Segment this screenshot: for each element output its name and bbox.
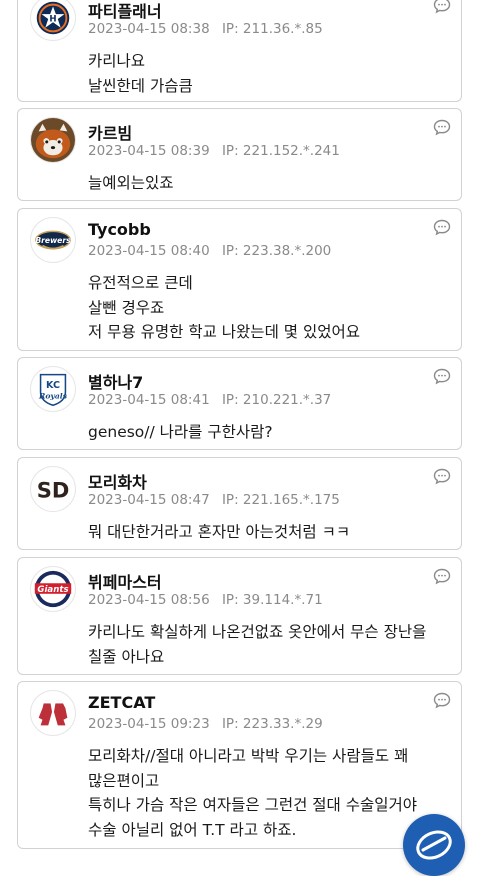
- comment-date: 2023-04-15 08:47: [88, 492, 210, 508]
- comment-line: 카리나도 확실하게 나온건없죠 옷안에서 무슨 장난을: [88, 623, 427, 641]
- ip-label: IP:: [221, 716, 239, 732]
- comment-card: Brewers Tycobb 2023-04-15 08:40 IP: 223.…: [17, 208, 462, 351]
- padres-logo-avatar[interactable]: SD: [30, 466, 76, 512]
- ip-label: IP:: [221, 492, 239, 508]
- comment-line: 저 무용 유명한 학교 나왔는데 몇 있었어요: [88, 323, 360, 341]
- comment-meta: 2023-04-15 08:47 IP: 221.165.*.175: [88, 492, 340, 508]
- ip-label: IP:: [221, 243, 239, 259]
- comment-card: ZETCAT 2023-04-15 09:23 IP: 223.33.*.29 …: [17, 681, 462, 849]
- comment-ip: 211.36.*.85: [242, 21, 323, 37]
- comment-date: 2023-04-15 08:40: [88, 243, 210, 259]
- svg-text:KC: KC: [46, 380, 60, 391]
- comment-bubble-icon[interactable]: [433, 567, 451, 585]
- comment-ip: 223.33.*.29: [242, 716, 323, 732]
- brewers-logo-avatar[interactable]: Brewers: [30, 217, 76, 263]
- comment-line: 카리나요: [88, 52, 146, 70]
- comment-author[interactable]: 뷔페마스터: [88, 569, 162, 593]
- svg-text:Giants: Giants: [37, 585, 68, 595]
- comment-bubble-icon[interactable]: [433, 367, 451, 385]
- svg-text:Brewers: Brewers: [35, 236, 71, 245]
- comment-bubble-icon[interactable]: [433, 218, 451, 236]
- comment-date: 2023-04-15 08:39: [88, 143, 210, 159]
- comment-body: 뭐 대단한거라고 혼자만 아는것처럼 ㅋㅋ: [88, 520, 451, 545]
- comment-bubble-icon[interactable]: [433, 0, 451, 14]
- comment-card: KC Royals 별하나7 2023-04-15 08:41 IP: 210.…: [17, 357, 462, 450]
- comment-line: 살뺀 경우죠: [88, 298, 165, 317]
- comment-ip: 210.221.*.37: [242, 392, 332, 408]
- comment-card: SD 모리화차 2023-04-15 08:47 IP: 221.165.*.1…: [17, 457, 462, 550]
- comment-meta: 2023-04-15 08:39 IP: 221.152.*.241: [88, 143, 340, 159]
- comment-meta: 2023-04-15 09:23 IP: 223.33.*.29: [88, 716, 323, 732]
- comment-card: 카르빔 2023-04-15 08:39 IP: 221.152.*.241 늘…: [17, 108, 462, 201]
- comment-ip: 221.165.*.175: [242, 492, 340, 508]
- svg-text:Royals: Royals: [38, 392, 68, 401]
- comment-body: 모리화차//절대 아니라고 박박 우기는 사람들도 꽤 많은편이고 특히나 가슴…: [88, 744, 451, 842]
- comment-line: 늘예외는있죠: [88, 174, 174, 192]
- comment-meta: 2023-04-15 08:38 IP: 211.36.*.85: [88, 21, 323, 37]
- svg-text:SD: SD: [37, 478, 70, 503]
- comment-ip: 39.114.*.71: [242, 592, 323, 608]
- comment-ip: 221.152.*.241: [242, 143, 340, 159]
- comment-meta: 2023-04-15 08:40 IP: 223.38.*.200: [88, 243, 331, 259]
- ip-label: IP:: [221, 21, 239, 37]
- comment-author[interactable]: 카르빔: [88, 120, 132, 144]
- comment-date: 2023-04-15 08:56: [88, 592, 210, 608]
- comment-body: geneso// 나라를 구한사람?: [88, 420, 451, 445]
- comment-date: 2023-04-15 08:41: [88, 392, 210, 408]
- ip-label: IP:: [221, 392, 239, 408]
- comment-body: 카리나요 날씬한데 가슴큼: [88, 49, 451, 98]
- comment-line: 유전적으로 큰데: [88, 274, 193, 292]
- giants-logo-avatar[interactable]: Giants: [30, 566, 76, 612]
- comment-line: 날씬한데 가슴큼: [88, 76, 193, 95]
- comment-line: 많은편이고: [88, 771, 160, 790]
- red-panda-photo-avatar[interactable]: [30, 117, 76, 163]
- comment-author[interactable]: Tycobb: [88, 220, 151, 239]
- comment-line: 모리화차//절대 아니라고 박박 우기는 사람들도 꽤: [88, 747, 409, 765]
- comment-body: 늘예외는있죠: [88, 171, 451, 196]
- app-shortcut-button[interactable]: [403, 814, 465, 876]
- astros-logo-avatar[interactable]: H: [30, 0, 76, 41]
- comment-author[interactable]: 별하나7: [88, 369, 143, 393]
- comment-bubble-icon[interactable]: [433, 691, 451, 709]
- comment-line: geneso// 나라를 구한사람?: [88, 423, 273, 441]
- comment-bubble-icon[interactable]: [433, 467, 451, 485]
- comment-card: Giants 뷔페마스터 2023-04-15 08:56 IP: 39.114…: [17, 557, 462, 675]
- comment-body: 유전적으로 큰데 살뺀 경우죠 저 무용 유명한 학교 나왔는데 몇 있었어요: [88, 271, 451, 345]
- ip-label: IP:: [221, 592, 239, 608]
- comment-bubble-icon[interactable]: [433, 118, 451, 136]
- comment-line: 칠줄 아나요: [88, 647, 165, 666]
- comment-card: H 파티플래너 2023-04-15 08:38 IP: 211.36.*.85…: [17, 0, 462, 102]
- comment-author[interactable]: 모리화차: [88, 469, 147, 493]
- ip-label: IP:: [221, 143, 239, 159]
- comment-body: 카리나도 확실하게 나온건없죠 옷안에서 무슨 장난을 칠줄 아나요: [88, 620, 451, 669]
- svg-text:H: H: [49, 14, 56, 24]
- red-sox-logo-avatar[interactable]: [30, 690, 76, 736]
- comment-author[interactable]: 파티플래너: [88, 0, 162, 22]
- comment-line: 수술 아닐리 없어 T.T 라고 하죠.: [88, 820, 297, 839]
- comment-date: 2023-04-15 09:23: [88, 716, 210, 732]
- comment-author[interactable]: ZETCAT: [88, 693, 155, 712]
- comment-meta: 2023-04-15 08:56 IP: 39.114.*.71: [88, 592, 323, 608]
- comment-line: 뭐 대단한거라고 혼자만 아는것처럼 ㅋㅋ: [88, 523, 351, 541]
- app-shortcut-icon: [416, 830, 452, 860]
- royals-logo-avatar[interactable]: KC Royals: [30, 366, 76, 412]
- comment-meta: 2023-04-15 08:41 IP: 210.221.*.37: [88, 392, 331, 408]
- comment-date: 2023-04-15 08:38: [88, 21, 210, 37]
- comment-line: 특히나 가슴 작은 여자들은 그런건 절대 수술일거야: [88, 796, 418, 814]
- comment-ip: 223.38.*.200: [242, 243, 332, 259]
